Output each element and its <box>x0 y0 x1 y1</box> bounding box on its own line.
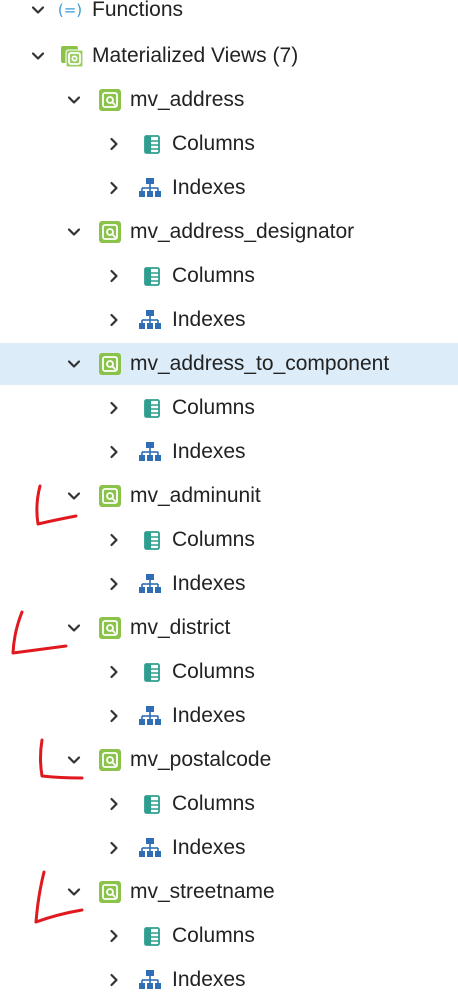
object-explorer-tree: (=) Functions Materialized Views (7) mv_… <box>0 0 458 996</box>
tree-node-mv-streetname[interactable]: mv_streetname <box>0 872 458 912</box>
chevron-down-icon[interactable] <box>28 0 48 20</box>
tree-node-indexes[interactable]: Indexes <box>0 168 458 208</box>
tree-node-label: Columns <box>172 528 255 551</box>
tree-node-label: mv_district <box>130 616 231 639</box>
chevron-right-icon[interactable] <box>104 794 124 814</box>
chevron-down-icon[interactable] <box>64 882 84 902</box>
tree-node-mv-address-designator[interactable]: mv_address_designator <box>0 212 458 252</box>
tree-node-indexes[interactable]: Indexes <box>0 696 458 736</box>
columns-icon <box>140 792 164 816</box>
tree-node-columns[interactable]: Columns <box>0 784 458 824</box>
tree-node-materialized-views[interactable]: Materialized Views (7) <box>0 36 458 76</box>
chevron-down-icon[interactable] <box>64 222 84 242</box>
columns-icon <box>140 264 164 288</box>
tree-node-columns[interactable]: Columns <box>0 388 458 428</box>
tree-node-mv-address-to-component[interactable]: mv_address_to_component <box>0 343 458 385</box>
tree-node-label: Indexes <box>172 308 246 331</box>
tree-node-indexes[interactable]: Indexes <box>0 432 458 472</box>
indexes-icon <box>138 176 162 200</box>
tree-node-indexes[interactable]: Indexes <box>0 564 458 604</box>
chevron-right-icon[interactable] <box>104 970 124 990</box>
tree-node-mv-postalcode[interactable]: mv_postalcode <box>0 740 458 780</box>
chevron-down-icon[interactable] <box>28 46 48 66</box>
tree-node-label: Indexes <box>172 176 246 199</box>
columns-icon <box>140 924 164 948</box>
chevron-down-icon[interactable] <box>64 354 84 374</box>
tree-node-indexes[interactable]: Indexes <box>0 960 458 1000</box>
tree-node-indexes[interactable]: Indexes <box>0 828 458 868</box>
chevron-down-icon[interactable] <box>64 486 84 506</box>
materialized-view-icon <box>98 220 122 244</box>
tree-node-label: Columns <box>172 264 255 287</box>
chevron-right-icon[interactable] <box>104 662 124 682</box>
tree-node-label: mv_streetname <box>130 880 275 903</box>
chevron-right-icon[interactable] <box>104 178 124 198</box>
tree-node-mv-district[interactable]: mv_district <box>0 608 458 648</box>
tree-node-label: Columns <box>172 132 255 155</box>
materialized-view-icon <box>98 484 122 508</box>
tree-node-label: Indexes <box>172 704 246 727</box>
tree-node-label: Indexes <box>172 836 246 859</box>
tree-node-columns[interactable]: Columns <box>0 916 458 956</box>
tree-node-indexes[interactable]: Indexes <box>0 300 458 340</box>
tree-node-columns[interactable]: Columns <box>0 652 458 692</box>
columns-icon <box>140 528 164 552</box>
indexes-icon <box>138 572 162 596</box>
chevron-right-icon[interactable] <box>104 706 124 726</box>
tree-node-label: Columns <box>172 924 255 947</box>
chevron-right-icon[interactable] <box>104 926 124 946</box>
materialized-view-icon <box>98 616 122 640</box>
chevron-right-icon[interactable] <box>104 310 124 330</box>
indexes-icon <box>138 968 162 992</box>
tree-node-columns[interactable]: Columns <box>0 256 458 296</box>
tree-node-columns[interactable]: Columns <box>0 520 458 560</box>
materialized-view-icon <box>98 748 122 772</box>
materialized-view-icon <box>98 880 122 904</box>
materialized-views-folder-icon <box>60 44 84 68</box>
tree-node-label: Indexes <box>172 440 246 463</box>
tree-node-columns[interactable]: Columns <box>0 124 458 164</box>
indexes-icon <box>138 440 162 464</box>
chevron-right-icon[interactable] <box>104 398 124 418</box>
tree-node-label: Columns <box>172 660 255 683</box>
tree-node-label: Materialized Views (7) <box>92 44 299 67</box>
chevron-right-icon[interactable] <box>104 530 124 550</box>
tree-node-label: mv_postalcode <box>130 748 272 771</box>
tree-node-functions[interactable]: (=) Functions <box>0 0 458 30</box>
indexes-icon <box>138 836 162 860</box>
chevron-down-icon[interactable] <box>64 618 84 638</box>
tree-node-label: Functions <box>92 0 184 21</box>
chevron-right-icon[interactable] <box>104 574 124 594</box>
tree-node-mv-address[interactable]: mv_address <box>0 80 458 120</box>
tree-node-label: Indexes <box>172 968 246 991</box>
tree-node-label: mv_address_designator <box>130 220 355 243</box>
tree-node-label: Indexes <box>172 572 246 595</box>
tree-node-label: mv_address <box>130 88 245 111</box>
chevron-right-icon[interactable] <box>104 442 124 462</box>
columns-icon <box>140 132 164 156</box>
materialized-view-icon <box>98 352 122 376</box>
tree-node-label: mv_address_to_component <box>130 352 390 375</box>
columns-icon <box>140 396 164 420</box>
chevron-right-icon[interactable] <box>104 266 124 286</box>
tree-node-label: Columns <box>172 396 255 419</box>
indexes-icon <box>138 308 162 332</box>
svg-text:(=): (=) <box>58 1 82 19</box>
chevron-right-icon[interactable] <box>104 134 124 154</box>
chevron-down-icon[interactable] <box>64 90 84 110</box>
tree-node-label: mv_adminunit <box>130 484 261 507</box>
chevron-right-icon[interactable] <box>104 838 124 858</box>
materialized-view-icon <box>98 88 122 112</box>
tree-node-label: Columns <box>172 792 255 815</box>
functions-icon: (=) <box>58 0 82 22</box>
columns-icon <box>140 660 164 684</box>
indexes-icon <box>138 704 162 728</box>
tree-node-mv-adminunit[interactable]: mv_adminunit <box>0 476 458 516</box>
chevron-down-icon[interactable] <box>64 750 84 770</box>
